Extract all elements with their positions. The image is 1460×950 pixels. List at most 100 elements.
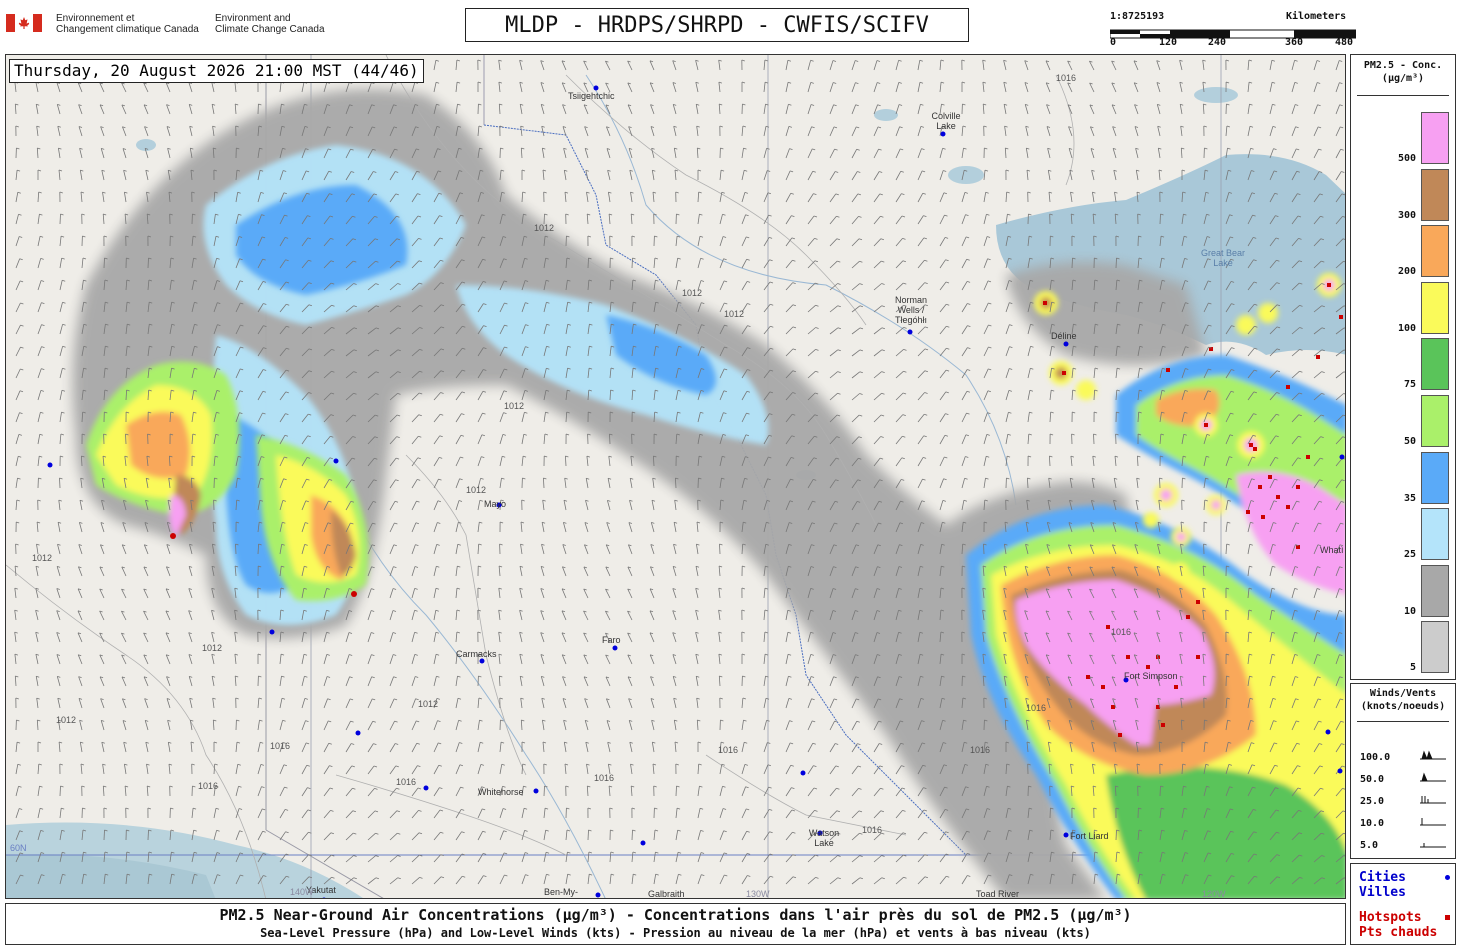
concentration-map[interactable]: Tsiigehtchic Colville Lake Great Bear La… bbox=[5, 54, 1346, 899]
place-norman-wells: Norman Wells / Tłegóhłı bbox=[894, 295, 928, 325]
place-tsiigehtchic: Tsiigehtchic bbox=[568, 91, 615, 101]
isobar-label: 1016 bbox=[396, 777, 417, 787]
isobar-label: 1012 bbox=[202, 643, 223, 653]
isobar-label: 1016 bbox=[594, 773, 615, 783]
legend-swatch-100 bbox=[1421, 281, 1449, 334]
isobar-label: 1012 bbox=[466, 485, 487, 495]
legend-value-200: 200 bbox=[1397, 266, 1416, 278]
wind-barb bbox=[1159, 477, 1161, 489]
legend-swatch-25 bbox=[1421, 508, 1449, 561]
wind-speed-10: 10.0 bbox=[1360, 818, 1385, 829]
place-fort-liard: Fort Liard bbox=[1070, 831, 1109, 841]
wind-barb bbox=[1115, 257, 1117, 269]
legend-swatch-200 bbox=[1421, 225, 1449, 278]
scale-tick-0: 0 bbox=[1110, 37, 1117, 48]
isobar-label: 1016 bbox=[1056, 73, 1077, 83]
wind-barb bbox=[235, 543, 237, 555]
hotspots-label-fr: Pts chauds bbox=[1359, 925, 1438, 940]
wind-barb bbox=[59, 477, 61, 489]
canada-flag-logo bbox=[6, 14, 42, 32]
agency-name-en: Environment and Climate Change Canada bbox=[215, 13, 325, 35]
legend-swatch-35 bbox=[1421, 451, 1449, 504]
wind-speed-5: 5.0 bbox=[1360, 840, 1379, 851]
scale-ratio: 1:8725193 bbox=[1110, 11, 1165, 22]
isobar-label: 1012 bbox=[32, 553, 53, 563]
scale-bar bbox=[1109, 24, 1357, 39]
isobar-label: 1012 bbox=[534, 223, 555, 233]
caption-line-2: Sea-Level Pressure (hPa) and Low-Level W… bbox=[260, 926, 1091, 940]
place-mayo: Mayo bbox=[484, 499, 507, 509]
markers-legend: Cities Villes Hotspots Pts chauds bbox=[1350, 863, 1456, 945]
wind-barb bbox=[631, 829, 633, 841]
agency-name-fr: Environnement et Changement climatique C… bbox=[56, 13, 199, 35]
legend-title: PM2.5 - Conc. bbox=[1363, 60, 1443, 71]
caption-line-1: PM2.5 Near-Ground Air Concentrations (µg… bbox=[219, 906, 1132, 924]
hotspots-label-en: Hotspots bbox=[1359, 910, 1422, 925]
isobar-label: 1012 bbox=[724, 309, 745, 319]
cities-label-fr: Villes bbox=[1359, 885, 1406, 900]
place-watson-lake: Watson Lake bbox=[808, 828, 840, 848]
wind-barb bbox=[1115, 829, 1117, 841]
isobar-label: 1016 bbox=[718, 745, 739, 755]
wind-barb bbox=[1071, 257, 1073, 269]
scale-tick-120: 120 bbox=[1159, 37, 1178, 48]
legend-swatch-5 bbox=[1421, 621, 1449, 674]
cities-label-en: Cities bbox=[1359, 870, 1406, 885]
place-fort-simpson: Fort Simpson bbox=[1124, 671, 1178, 681]
isobar-label: 1016 bbox=[270, 741, 291, 751]
legend-value-500: 500 bbox=[1397, 153, 1416, 164]
wind-barb bbox=[543, 785, 545, 797]
graticule-120w: 120W bbox=[1202, 889, 1226, 899]
legend-unit: (µg/m³) bbox=[1381, 73, 1425, 84]
place-carmacks: Carmacks bbox=[456, 649, 497, 659]
place-galbraith: Galbraith bbox=[648, 889, 685, 899]
scale-tick-480: 480 bbox=[1335, 37, 1354, 48]
graticule-130w: 130W bbox=[746, 889, 770, 899]
wind-barb bbox=[609, 433, 611, 445]
wind-barb bbox=[59, 785, 61, 797]
wind-barb bbox=[125, 433, 127, 445]
wind-barb bbox=[103, 257, 105, 269]
legend-value-5: 5 bbox=[1409, 662, 1416, 674]
isobar-label: 1012 bbox=[56, 715, 77, 725]
legend-value-35: 35 bbox=[1403, 492, 1416, 504]
wind-legend-title: Winds/Vents bbox=[1369, 688, 1437, 699]
legend-value-10: 10 bbox=[1403, 605, 1416, 617]
forecast-timestamp: Thursday, 20 August 2026 21:00 MST (44/4… bbox=[9, 59, 424, 83]
legend-value-75: 75 bbox=[1403, 379, 1416, 391]
place-ben-my: Ben-My- bbox=[544, 887, 579, 897]
wind-barb bbox=[719, 543, 721, 555]
legend-swatch-500 bbox=[1421, 112, 1449, 164]
wind-barb bbox=[103, 829, 105, 841]
place-toad-river: Toad River bbox=[976, 889, 1020, 899]
wind-speed-25: 25.0 bbox=[1360, 796, 1385, 807]
isobar-label: 1016 bbox=[1111, 627, 1132, 637]
wind-barb bbox=[1093, 433, 1095, 445]
place-whitehorse: Whitehorse bbox=[478, 787, 524, 797]
isobar-label: 1012 bbox=[682, 288, 703, 298]
wind-barb bbox=[587, 829, 589, 841]
legend-value-100: 100 bbox=[1397, 322, 1416, 334]
wind-barb bbox=[675, 785, 677, 797]
legend-value-300: 300 bbox=[1397, 209, 1416, 221]
isobar-label: 1016 bbox=[970, 745, 991, 755]
place-deline: Déline bbox=[1051, 331, 1077, 341]
legend-swatch-75 bbox=[1421, 338, 1449, 391]
legend-value-25: 25 bbox=[1403, 549, 1416, 561]
place-great-bear-lake: Great Bear Lake bbox=[1200, 248, 1246, 268]
legend-swatch-300 bbox=[1421, 168, 1449, 221]
wind-barb-samples bbox=[1418, 748, 1450, 852]
scale-tick-360: 360 bbox=[1285, 37, 1304, 48]
isobar-label: 1016 bbox=[198, 781, 219, 791]
legend-swatch-10 bbox=[1421, 564, 1449, 617]
wind-barb bbox=[983, 543, 985, 555]
wind-barb bbox=[59, 213, 61, 225]
wind-barb bbox=[147, 829, 149, 841]
graticule-60n: 60N bbox=[10, 843, 27, 853]
place-whati: Whatì bbox=[1320, 545, 1344, 555]
wind-barb bbox=[147, 257, 149, 269]
scale-tick-240: 240 bbox=[1208, 37, 1227, 48]
isobar-label: 1012 bbox=[504, 401, 525, 411]
wind-barb bbox=[631, 257, 633, 269]
wind-barb bbox=[1159, 213, 1161, 225]
